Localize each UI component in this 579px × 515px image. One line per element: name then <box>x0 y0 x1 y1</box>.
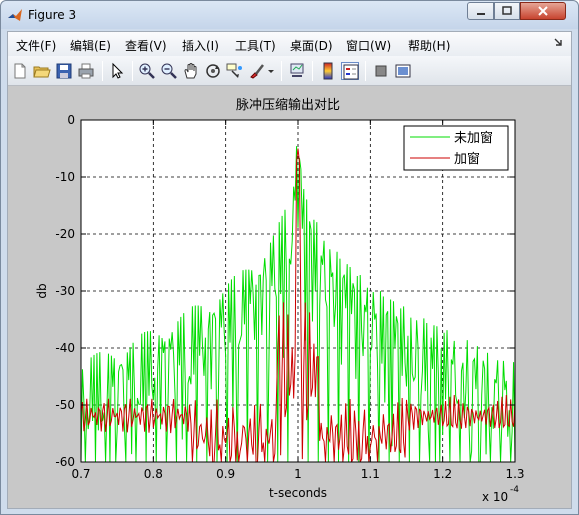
menu-tools[interactable]: 工具(T) <box>235 37 276 54</box>
zoom-in-icon[interactable] <box>138 62 156 80</box>
y-tick-label: -10 <box>55 170 75 184</box>
y-tick-label: -50 <box>55 398 75 412</box>
menu-help[interactable]: 帮助(H) <box>408 37 450 54</box>
brush-dropdown-icon[interactable] <box>266 62 276 80</box>
colorbar-icon[interactable] <box>319 62 337 80</box>
x-tick-label: 1 <box>294 467 302 481</box>
legend[interactable]: 未加窗 加窗 <box>403 125 509 171</box>
menu-file[interactable]: 文件(F) <box>16 37 56 54</box>
toolbar-separator <box>102 61 103 81</box>
y-tick-label: -60 <box>55 455 75 469</box>
window-title: Figure 3 <box>28 8 77 22</box>
menu-desktop[interactable]: 桌面(D) <box>290 37 333 54</box>
x-axis-label: t-seconds <box>269 486 327 500</box>
hide-plot-tools-icon[interactable] <box>372 62 390 80</box>
toolbar-separator <box>281 61 282 81</box>
zoom-out-icon[interactable] <box>160 62 178 80</box>
toolbar-separator <box>365 61 366 81</box>
new-figure-icon[interactable] <box>11 62 29 80</box>
x-tick-label: 1.1 <box>361 467 380 481</box>
minimize-icon <box>476 13 485 15</box>
y-tick-label: -40 <box>55 341 75 355</box>
figure-toolbar <box>8 56 571 86</box>
x-exponent-power: -4 <box>510 485 519 495</box>
figure-window: Figure 3 文件(F) 编辑(E) 查看(V) 插入(I) 工具(T) 桌… <box>0 0 579 515</box>
y-axis-label: db <box>35 283 49 298</box>
maximize-button[interactable] <box>494 2 520 20</box>
link-plot-icon[interactable] <box>288 62 306 80</box>
pointer-icon[interactable] <box>108 62 126 80</box>
menu-insert[interactable]: 插入(I) <box>182 37 219 54</box>
dock-arrow-icon[interactable] <box>553 37 563 47</box>
menu-view[interactable]: 查看(V) <box>125 37 167 54</box>
chart-title: 脉冲压缩输出对比 <box>236 97 340 113</box>
title-bar[interactable]: Figure 3 <box>1 1 578 29</box>
x-exponent-label: x 10 <box>482 490 508 504</box>
y-tick-label: -30 <box>55 284 75 298</box>
pulse-compression-plot: 脉冲压缩输出对比 0.7 0.8 0.9 1 1.1 1.2 1.3 0 -10 -20 -30 -4… <box>35 97 525 504</box>
rotate-3d-icon[interactable] <box>204 62 222 80</box>
brush-icon[interactable] <box>248 62 266 80</box>
toolbar-separator <box>312 61 313 81</box>
legend-label-windowed: 加窗 <box>454 151 480 167</box>
toolbar-separator <box>132 61 133 81</box>
show-plot-tools-icon[interactable] <box>394 62 412 80</box>
figure-client-area: 文件(F) 编辑(E) 查看(V) 插入(I) 工具(T) 桌面(D) 窗口(W… <box>7 31 572 509</box>
x-tick-label: 1.3 <box>505 467 524 481</box>
x-tick-label: 1.2 <box>433 467 452 481</box>
save-icon[interactable] <box>55 62 73 80</box>
maximize-icon <box>502 6 512 15</box>
menu-edit[interactable]: 编辑(E) <box>70 37 111 54</box>
y-tick-label: -20 <box>55 227 75 241</box>
figure-canvas[interactable]: 脉冲压缩输出对比 0.7 0.8 0.9 1 1.1 1.2 1.3 0 -10 -20 -30 -4… <box>8 87 571 508</box>
legend-icon[interactable] <box>341 62 359 80</box>
minimize-button[interactable] <box>467 2 494 20</box>
menu-bar: 文件(F) 编辑(E) 查看(V) 插入(I) 工具(T) 桌面(D) 窗口(W… <box>8 32 571 56</box>
close-button[interactable] <box>520 2 566 20</box>
matlab-logo-icon <box>8 9 22 21</box>
menu-window[interactable]: 窗口(W) <box>346 37 391 54</box>
pan-icon[interactable] <box>182 62 200 80</box>
close-icon <box>538 6 548 16</box>
x-tick-label: 0.8 <box>144 467 163 481</box>
open-file-icon[interactable] <box>33 62 51 80</box>
x-tick-label: 0.7 <box>71 467 90 481</box>
data-cursor-icon[interactable] <box>226 62 244 80</box>
x-tick-label: 0.9 <box>216 467 235 481</box>
legend-label-unwindowed: 未加窗 <box>454 130 493 146</box>
print-icon[interactable] <box>77 62 95 80</box>
y-tick-label: 0 <box>67 113 75 127</box>
